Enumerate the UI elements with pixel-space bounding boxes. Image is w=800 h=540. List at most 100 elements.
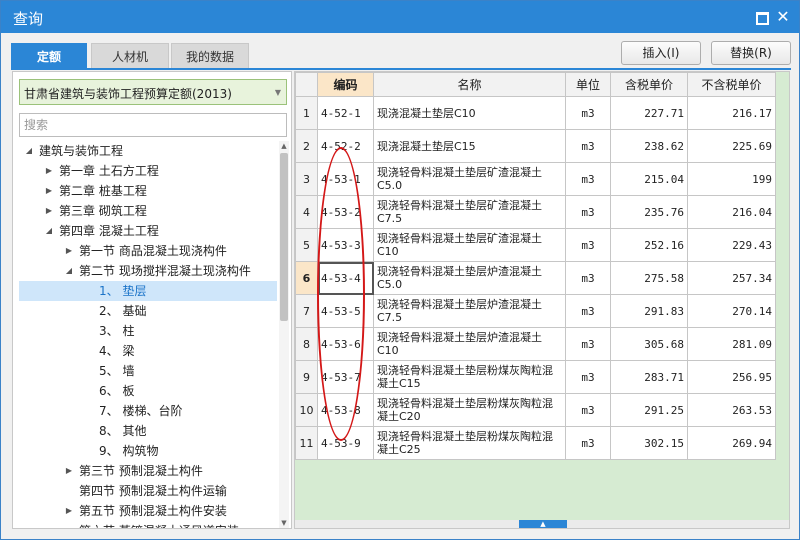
column-header[interactable]: 编码: [317, 72, 374, 97]
tree-node[interactable]: ▶ 第二章 桩基工程: [19, 181, 277, 201]
code-cell[interactable]: 4-53-4: [317, 261, 374, 295]
insert-button[interactable]: 插入(I): [621, 41, 701, 65]
tree-node[interactable]: 5、 墙: [19, 361, 277, 381]
price-with-tax-cell[interactable]: 215.04: [610, 162, 688, 196]
scroll-thumb[interactable]: [280, 153, 288, 321]
name-cell[interactable]: 现浇轻骨料混凝土垫层炉渣混凝土C10: [373, 327, 566, 361]
column-header[interactable]: 名称: [373, 72, 566, 97]
unit-cell[interactable]: m3: [565, 96, 611, 130]
code-cell[interactable]: 4-52-1: [317, 96, 374, 130]
unit-cell[interactable]: m3: [565, 129, 611, 163]
table-row[interactable]: 2 4-52-2 现浇混凝土垫层C15 m3 238.62 225.69: [295, 129, 776, 163]
tree-node[interactable]: 9、 构筑物: [19, 441, 277, 461]
table-row[interactable]: 11 4-53-9 现浇轻骨料混凝土垫层粉煤灰陶粒混凝土C25 m3 302.15 269…: [295, 426, 776, 460]
price-with-tax-cell[interactable]: 291.25: [610, 393, 688, 427]
table-row[interactable]: 8 4-53-6 现浇轻骨料混凝土垫层炉渣混凝土C10 m3 305.68 281.09: [295, 327, 776, 361]
collapse-arrow-icon[interactable]: ◢: [23, 141, 35, 161]
row-number[interactable]: 3: [295, 162, 318, 196]
code-cell[interactable]: 4-53-6: [317, 327, 374, 361]
unit-cell[interactable]: m3: [565, 261, 611, 295]
code-cell[interactable]: 4-53-3: [317, 228, 374, 262]
code-cell[interactable]: 4-52-2: [317, 129, 374, 163]
name-cell[interactable]: 现浇轻骨料混凝土垫层粉煤灰陶粒混凝土C15: [373, 360, 566, 394]
tree-node[interactable]: ◢ 建筑与装饰工程: [19, 141, 277, 161]
price-with-tax-cell[interactable]: 302.15: [610, 426, 688, 460]
price-without-tax-cell[interactable]: 225.69: [687, 129, 776, 163]
expand-arrow-icon[interactable]: ▶: [43, 201, 55, 221]
unit-cell[interactable]: m3: [565, 360, 611, 394]
price-without-tax-cell[interactable]: 199: [687, 162, 776, 196]
price-with-tax-cell[interactable]: 227.71: [610, 96, 688, 130]
price-without-tax-cell[interactable]: 256.95: [687, 360, 776, 394]
name-cell[interactable]: 现浇轻骨料混凝土垫层矿渣混凝土C5.0: [373, 162, 566, 196]
search-input[interactable]: [19, 113, 287, 137]
tree-node[interactable]: ▶ 第三节 预制混凝土构件: [19, 461, 277, 481]
unit-cell[interactable]: m3: [565, 294, 611, 328]
unit-cell[interactable]: m3: [565, 228, 611, 262]
quota-library-select[interactable]: 甘肃省建筑与装饰工程预算定额(2013) ▼: [19, 79, 287, 105]
row-number[interactable]: 8: [295, 327, 318, 361]
code-cell[interactable]: 4-53-9: [317, 426, 374, 460]
column-header[interactable]: [295, 72, 318, 97]
column-header[interactable]: 含税单价: [610, 72, 688, 97]
expand-arrow-icon[interactable]: ▶: [63, 501, 75, 521]
price-with-tax-cell[interactable]: 238.62: [610, 129, 688, 163]
price-without-tax-cell[interactable]: 216.04: [687, 195, 776, 229]
tree-node[interactable]: 3、 柱: [19, 321, 277, 341]
scroll-grip-icon[interactable]: ▲: [519, 520, 567, 528]
table-row[interactable]: 3 4-53-1 现浇轻骨料混凝土垫层矿渣混凝土C5.0 m3 215.04 199: [295, 162, 776, 196]
row-number[interactable]: 7: [295, 294, 318, 328]
name-cell[interactable]: 现浇轻骨料混凝土垫层粉煤灰陶粒混凝土C25: [373, 426, 566, 460]
scroll-down-icon[interactable]: ▼: [279, 518, 289, 528]
price-with-tax-cell[interactable]: 291.83: [610, 294, 688, 328]
row-number[interactable]: 5: [295, 228, 318, 262]
table-row[interactable]: 6 4-53-4 现浇轻骨料混凝土垫层炉渣混凝土C5.0 m3 275.58 257.34: [295, 261, 776, 295]
row-number[interactable]: 9: [295, 360, 318, 394]
tab-labor-material-machine[interactable]: 人材机: [91, 43, 169, 69]
unit-cell[interactable]: m3: [565, 162, 611, 196]
column-header[interactable]: 不含税单价: [687, 72, 776, 97]
tree-node[interactable]: ▶ 第五节 预制混凝土构件安装: [19, 501, 277, 521]
table-row[interactable]: 5 4-53-3 现浇轻骨料混凝土垫层矿渣混凝土C10 m3 252.16 229.43: [295, 228, 776, 262]
expand-arrow-icon[interactable]: ▶: [43, 181, 55, 201]
tree-node[interactable]: 1、 垫层: [19, 281, 277, 301]
tree-node[interactable]: ▶ 第一节 商品混凝土现浇构件: [19, 241, 277, 261]
close-icon[interactable]: ✕: [775, 9, 791, 25]
price-with-tax-cell[interactable]: 283.71: [610, 360, 688, 394]
name-cell[interactable]: 现浇轻骨料混凝土垫层矿渣混凝土C10: [373, 228, 566, 262]
maximize-icon[interactable]: [753, 9, 769, 25]
unit-cell[interactable]: m3: [565, 393, 611, 427]
expand-arrow-icon[interactable]: ▶: [43, 161, 55, 181]
table-row[interactable]: 7 4-53-5 现浇轻骨料混凝土垫层炉渣混凝土C7.5 m3 291.83 270.14: [295, 294, 776, 328]
unit-cell[interactable]: m3: [565, 195, 611, 229]
code-cell[interactable]: 4-53-5: [317, 294, 374, 328]
price-without-tax-cell[interactable]: 281.09: [687, 327, 776, 361]
code-cell[interactable]: 4-53-7: [317, 360, 374, 394]
name-cell[interactable]: 现浇混凝土垫层C10: [373, 96, 566, 130]
tree-node[interactable]: 2、 基础: [19, 301, 277, 321]
column-header[interactable]: 单位: [565, 72, 611, 97]
name-cell[interactable]: 现浇轻骨料混凝土垫层炉渣混凝土C5.0: [373, 261, 566, 295]
table-row[interactable]: 4 4-53-2 现浇轻骨料混凝土垫层矿渣混凝土C7.5 m3 235.76 216.04: [295, 195, 776, 229]
row-number[interactable]: 4: [295, 195, 318, 229]
price-without-tax-cell[interactable]: 216.17: [687, 96, 776, 130]
expand-arrow-icon[interactable]: ▶: [63, 461, 75, 481]
tree-node[interactable]: 第四节 预制混凝土构件运输: [19, 481, 277, 501]
row-number[interactable]: 1: [295, 96, 318, 130]
collapse-arrow-icon[interactable]: ◢: [43, 221, 55, 241]
code-cell[interactable]: 4-53-1: [317, 162, 374, 196]
tree-node[interactable]: ▶ 第三章 砌筑工程: [19, 201, 277, 221]
tree-node[interactable]: 第六节 蒸镀混凝土通风道安装: [19, 521, 277, 528]
table-row[interactable]: 10 4-53-8 现浇轻骨料混凝土垫层粉煤灰陶粒混凝土C20 m3 291.25 263…: [295, 393, 776, 427]
expand-arrow-icon[interactable]: ▶: [63, 241, 75, 261]
code-cell[interactable]: 4-53-8: [317, 393, 374, 427]
name-cell[interactable]: 现浇混凝土垫层C15: [373, 129, 566, 163]
tree-node[interactable]: ◢ 第四章 混凝土工程: [19, 221, 277, 241]
tree-node[interactable]: ▶ 第一章 土石方工程: [19, 161, 277, 181]
row-number[interactable]: 6: [295, 261, 318, 295]
tab-quota[interactable]: 定额: [11, 43, 87, 69]
name-cell[interactable]: 现浇轻骨料混凝土垫层炉渣混凝土C7.5: [373, 294, 566, 328]
price-with-tax-cell[interactable]: 252.16: [610, 228, 688, 262]
price-without-tax-cell[interactable]: 269.94: [687, 426, 776, 460]
price-without-tax-cell[interactable]: 257.34: [687, 261, 776, 295]
